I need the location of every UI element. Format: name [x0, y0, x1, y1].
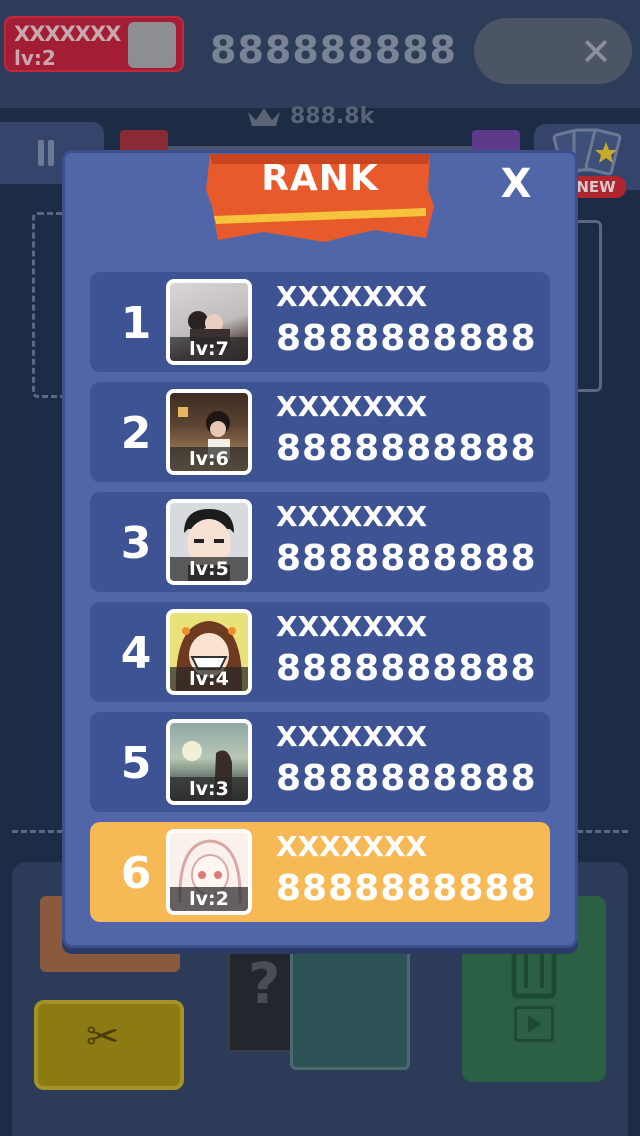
- rank-row-current-player[interactable]: 6 lv:2 XXXXXXX 8888888888: [90, 822, 550, 922]
- rank-list: 1 lv:7 XXXXXXX 8888888888 2 lv:6 XXXXXXX…: [90, 272, 550, 932]
- rank-title: RANK: [261, 158, 379, 199]
- avatar-level: lv:2: [170, 887, 248, 911]
- player-name: XXXXXXX: [276, 500, 428, 533]
- player-score: 8888888888: [276, 538, 537, 579]
- avatar: lv:7: [166, 279, 252, 365]
- mystery-card[interactable]: ?: [228, 930, 298, 1052]
- rank-row[interactable]: 3 lv:5 XXXXXXX 8888888888: [90, 492, 550, 592]
- player-score: 8888888888: [276, 428, 537, 469]
- rank-row[interactable]: 1 lv:7 XXXXXXX 8888888888: [90, 272, 550, 372]
- crown-icon: [248, 107, 280, 126]
- player-score: 8888888888: [276, 318, 537, 359]
- rank-number: 6: [120, 848, 152, 899]
- top-close-button[interactable]: ✕: [474, 18, 632, 84]
- player-avatar: [128, 22, 176, 68]
- rank-number: 1: [120, 298, 152, 349]
- modal-close-button[interactable]: X: [492, 160, 540, 208]
- avatar: lv:3: [166, 719, 252, 805]
- player-score: 8888888888: [276, 758, 537, 799]
- player-info[interactable]: XXXXXXX lv:2: [4, 16, 184, 72]
- player-score: 8888888888: [276, 868, 537, 909]
- avatar: lv:6: [166, 389, 252, 475]
- avatar: lv:5: [166, 499, 252, 585]
- scissors-button[interactable]: ✂: [34, 1000, 184, 1090]
- rank-number: 3: [120, 518, 152, 569]
- rank-row[interactable]: 4 lv:4 XXXXXXX 8888888888: [90, 602, 550, 702]
- player-name: XXXXXXX: [14, 22, 121, 46]
- card-slot[interactable]: [290, 930, 410, 1070]
- rank-number: 5: [120, 738, 152, 789]
- rank-number: 2: [120, 408, 152, 459]
- top-score: 888888888: [210, 28, 457, 72]
- rank-row[interactable]: 5 lv:3 XXXXXXX 8888888888: [90, 712, 550, 812]
- avatar: lv:4: [166, 609, 252, 695]
- avatar-level: lv:4: [170, 667, 248, 691]
- avatar-level: lv:5: [170, 557, 248, 581]
- player-name: XXXXXXX: [276, 830, 428, 863]
- rank-row[interactable]: 2 lv:6 XXXXXXX 8888888888: [90, 382, 550, 482]
- close-icon: ✕: [580, 30, 612, 74]
- crown-score: 888.8k: [246, 104, 374, 129]
- video-play-icon: [514, 1006, 554, 1042]
- player-name: XXXXXXX: [276, 390, 428, 423]
- scissors-icon: ✂: [86, 1014, 120, 1060]
- avatar: lv:2: [166, 829, 252, 915]
- player-name: XXXXXXX: [276, 720, 428, 753]
- avatar-level: lv:3: [170, 777, 248, 801]
- crown-value: 888.8k: [290, 104, 375, 129]
- avatar-level: lv:6: [170, 447, 248, 471]
- player-score: 8888888888: [276, 648, 537, 689]
- rank-number: 4: [120, 628, 152, 679]
- pause-icon: [36, 140, 56, 166]
- player-level: lv:2: [14, 46, 56, 70]
- question-icon: ?: [248, 952, 281, 1017]
- player-name: XXXXXXX: [276, 280, 428, 313]
- avatar-level: lv:7: [170, 337, 248, 361]
- player-name: XXXXXXX: [276, 610, 428, 643]
